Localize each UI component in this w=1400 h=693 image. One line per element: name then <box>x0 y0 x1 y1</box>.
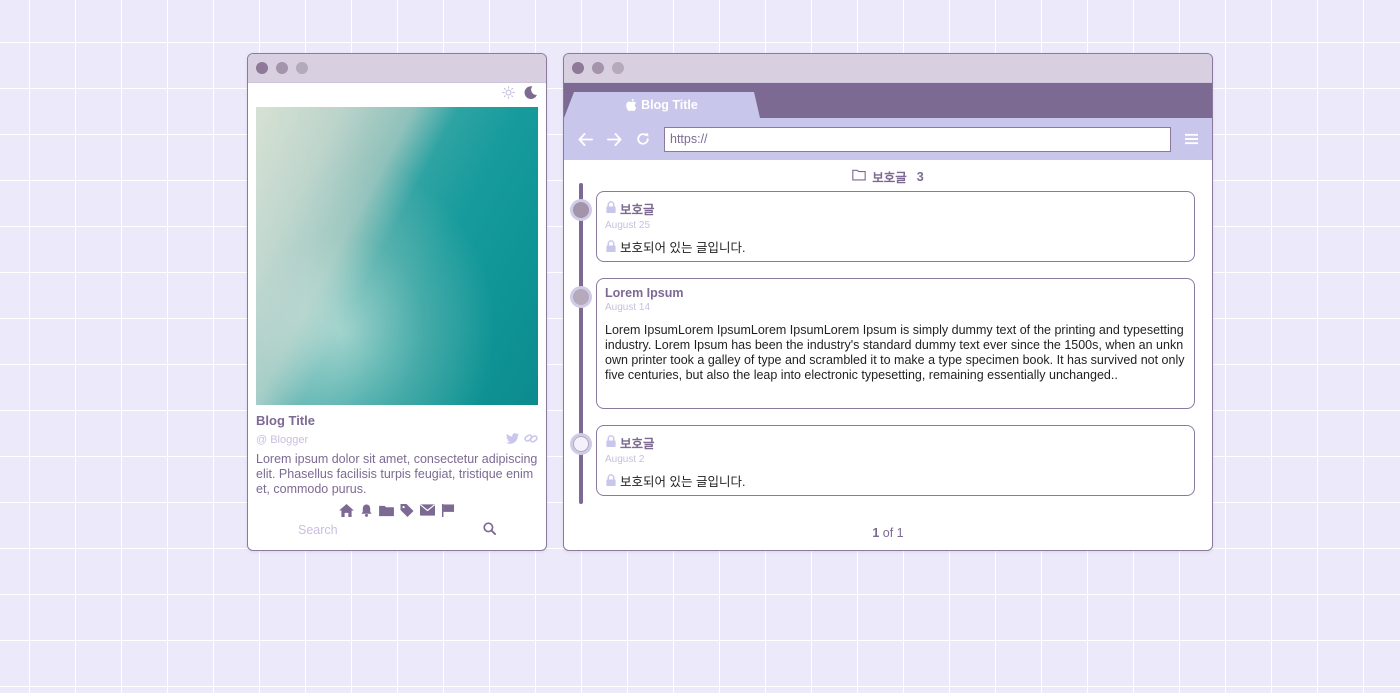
minimize-window-button[interactable] <box>276 62 288 74</box>
search-bar: Search <box>298 522 496 538</box>
post-title-text: 보호글 <box>620 437 655 451</box>
lock-icon <box>605 240 617 256</box>
folder-outline-icon <box>852 169 866 184</box>
tab-label: Blog Title <box>641 98 698 112</box>
post-excerpt: 보호되어 있는 글입니다. <box>605 240 1186 256</box>
back-arrow-icon[interactable] <box>578 132 593 146</box>
browser-window: Blog Title https:// 보호글 3 보호글 August 25 … <box>563 53 1213 551</box>
reload-icon[interactable] <box>636 132 650 146</box>
apple-icon <box>626 99 637 111</box>
post-excerpt: 보호되어 있는 글입니다. <box>605 474 1186 490</box>
post-excerpt: Lorem IpsumLorem IpsumLorem IpsumLorem I… <box>605 323 1185 382</box>
maximize-window-button[interactable] <box>612 62 624 74</box>
minimize-window-button[interactable] <box>592 62 604 74</box>
post-excerpt-text: 보호되어 있는 글입니다. <box>620 474 746 489</box>
window-titlebar <box>248 54 546 83</box>
mail-icon[interactable] <box>420 504 435 517</box>
close-window-button[interactable] <box>256 62 268 74</box>
category-count: 3 <box>916 169 924 184</box>
hero-image <box>256 107 538 405</box>
sun-icon[interactable] <box>502 86 515 104</box>
close-window-button[interactable] <box>572 62 584 74</box>
marker-dot <box>573 202 589 218</box>
post-title[interactable]: Lorem Ipsum <box>605 286 1186 300</box>
social-links <box>506 433 538 447</box>
lock-icon <box>605 474 617 490</box>
page-total: of 1 <box>882 526 904 540</box>
maximize-window-button[interactable] <box>296 62 308 74</box>
address-toolbar: https:// <box>564 118 1212 160</box>
post-title[interactable]: 보호글 <box>605 433 1186 452</box>
marker-dot <box>573 289 589 305</box>
post-date: August 14 <box>605 302 651 313</box>
flag-icon[interactable] <box>441 504 455 517</box>
tab-bar: Blog Title <box>564 83 1212 118</box>
lock-icon <box>605 201 617 216</box>
blog-meta: @ Blogger <box>256 433 538 447</box>
post-date: August 2 <box>605 454 645 465</box>
moon-icon[interactable] <box>523 85 538 105</box>
timeline-marker <box>570 286 592 308</box>
tag-icon[interactable] <box>400 504 414 517</box>
tab-blog-title[interactable]: Blog Title <box>564 92 760 118</box>
link-icon[interactable] <box>524 433 538 447</box>
menu-icon[interactable] <box>1185 133 1198 145</box>
post-title-text: Lorem Ipsum <box>605 286 684 300</box>
post-title[interactable]: 보호글 <box>605 199 1186 218</box>
timeline-marker <box>570 433 592 455</box>
category-header: 보호글 3 <box>564 167 1212 186</box>
pagination: 1 of 1 <box>564 526 1212 540</box>
post-card[interactable]: 보호글 August 25 보호되어 있는 글입니다. <box>596 191 1195 262</box>
home-icon[interactable] <box>339 504 354 517</box>
forward-arrow-icon[interactable] <box>607 132 622 146</box>
window-titlebar <box>564 54 1212 83</box>
post-title-text: 보호글 <box>620 203 655 217</box>
folder-icon[interactable] <box>379 504 394 517</box>
page-current[interactable]: 1 <box>872 526 879 540</box>
category-name[interactable]: 보호글 <box>872 167 907 186</box>
timeline-marker <box>570 199 592 221</box>
blog-sidebar-window: Blog Title @ Blogger Lorem ipsum dolor s… <box>247 53 547 551</box>
lock-icon <box>605 435 617 450</box>
author-label[interactable]: @ Blogger <box>256 434 308 446</box>
post-card[interactable]: 보호글 August 2 보호되어 있는 글입니다. <box>596 425 1195 496</box>
theme-toggle-row <box>248 83 546 107</box>
blog-description: Lorem ipsum dolor sit amet, consectetur … <box>256 452 538 496</box>
search-icon[interactable] <box>483 522 496 538</box>
url-input[interactable]: https:// <box>664 126 1171 152</box>
timeline-line <box>579 183 583 504</box>
blog-nav <box>248 504 546 517</box>
post-card[interactable]: Lorem Ipsum August 14 Lorem IpsumLorem I… <box>596 278 1195 409</box>
post-excerpt-text: 보호되어 있는 글입니다. <box>620 240 746 255</box>
post-date: August 25 <box>605 220 651 231</box>
marker-dot <box>573 436 589 452</box>
blog-title[interactable]: Blog Title <box>256 413 538 428</box>
search-input[interactable]: Search <box>298 523 338 537</box>
twitter-icon[interactable] <box>506 433 519 447</box>
bell-icon[interactable] <box>360 504 373 517</box>
